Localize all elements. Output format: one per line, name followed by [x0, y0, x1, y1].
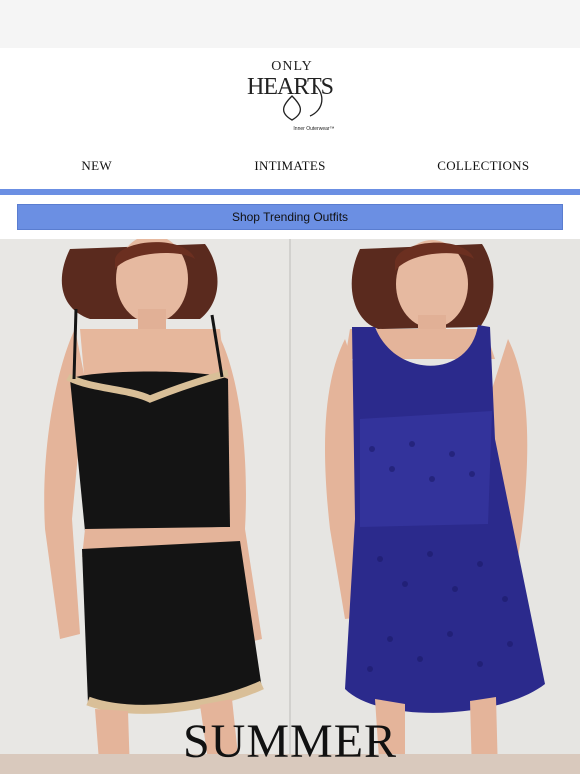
brand-tagline: Inner Outerwear™: [293, 126, 334, 132]
left-skirt: [82, 541, 262, 709]
shop-trending-button[interactable]: Shop Trending Outfits: [17, 204, 563, 230]
brand-logo-line1: ONLY: [271, 59, 312, 74]
brand-logo[interactable]: ONLY HEARTS Inner Outerwear™: [246, 54, 338, 136]
nav-item-intimates[interactable]: INTIMATES: [193, 158, 386, 174]
hero-photo: [0, 239, 580, 774]
preheader-bar: [0, 0, 580, 48]
brand-logo-line2: HEARTS: [247, 74, 333, 100]
nav-item-collections[interactable]: COLLECTIONS: [387, 158, 580, 174]
accent-divider: [0, 189, 580, 195]
main-nav: NEW INTIMATES COLLECTIONS: [0, 146, 580, 186]
header: ONLY HEARTS Inner Outerwear™: [0, 48, 580, 146]
hero-image[interactable]: SUMMER: [0, 239, 580, 774]
hero-headline: SUMMER: [182, 715, 398, 768]
nav-item-new[interactable]: NEW: [0, 158, 193, 174]
